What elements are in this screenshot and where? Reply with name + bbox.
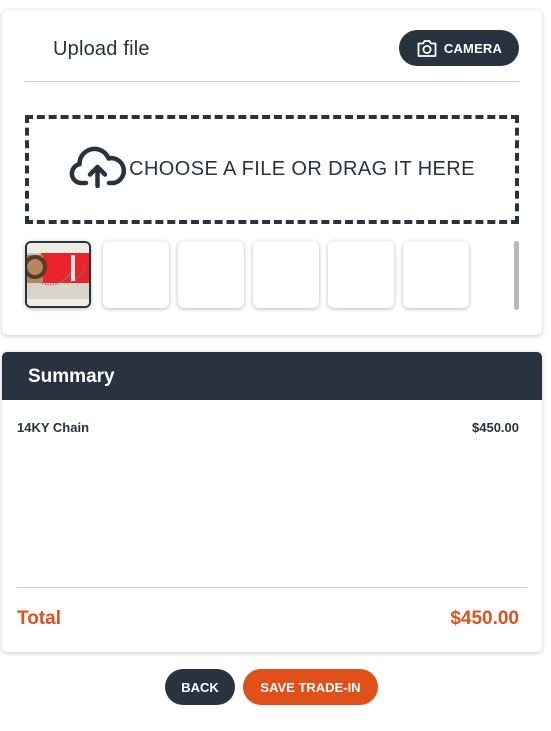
back-button[interactable]: BACK [165, 669, 235, 705]
summary-divider [17, 587, 527, 588]
thumbnail-2[interactable] [103, 241, 169, 308]
save-trade-in-button[interactable]: SAVE TRADE-IN [243, 669, 378, 705]
total-label: Total [17, 608, 61, 629]
summary-header: Summary [2, 352, 542, 400]
upload-title: Upload file [53, 38, 150, 60]
upload-card: Upload file CAMERA CHOOSE A FILE OR DRAG… [2, 10, 542, 335]
thumbnail-4[interactable] [253, 241, 319, 308]
summary-title: Summary [28, 366, 115, 387]
file-dropzone[interactable]: CHOOSE A FILE OR DRAG IT HERE [25, 115, 519, 224]
summary-card: Summary 14KY Chain $450.00 Total $450.00 [2, 352, 542, 652]
camera-icon [416, 39, 438, 58]
thumbnail-1[interactable] [25, 241, 91, 308]
camera-button[interactable]: CAMERA [399, 30, 519, 66]
thumbnail-6[interactable] [403, 241, 469, 308]
upload-divider [25, 81, 519, 82]
thumbnail-strip [25, 241, 485, 311]
thumbnail-5[interactable] [328, 241, 394, 308]
dropzone-text: CHOOSE A FILE OR DRAG IT HERE [129, 158, 475, 180]
thumbnail-scrollbar[interactable] [514, 241, 519, 310]
camera-button-label: CAMERA [443, 40, 503, 56]
chain-photo-image [27, 243, 89, 306]
item-name: 14KY Chain [17, 420, 90, 435]
total-value: $450.00 [450, 608, 519, 629]
thumbnail-3[interactable] [178, 241, 244, 308]
item-price: $450.00 [472, 420, 519, 435]
cloud-upload-icon [69, 146, 127, 193]
